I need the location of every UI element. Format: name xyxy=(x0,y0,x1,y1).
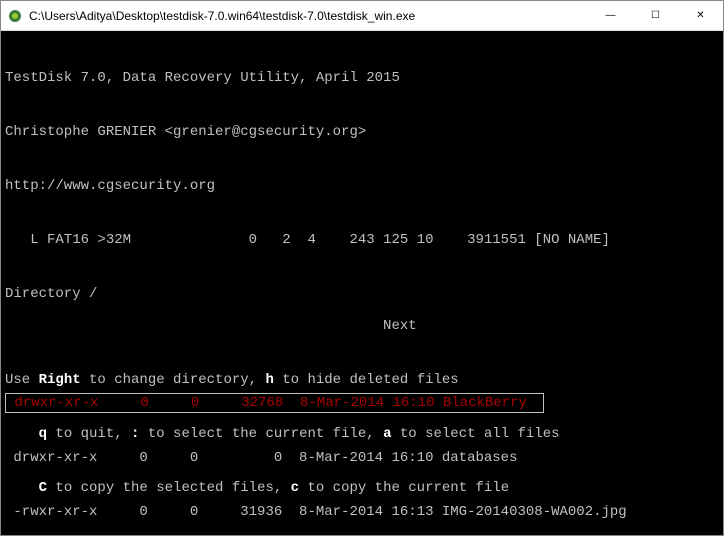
key-right: Right xyxy=(39,372,81,388)
help-line-1: Use Right to change directory, h to hide… xyxy=(5,371,719,389)
author-line: Christophe GRENIER <grenier@cgsecurity.o… xyxy=(5,123,719,141)
help-line-3: C to copy the selected files, c to copy … xyxy=(5,479,719,497)
window-controls: — ☐ ✕ xyxy=(588,1,723,30)
next-indicator: Next xyxy=(5,317,719,335)
window-title: C:\Users\Aditya\Desktop\testdisk-7.0.win… xyxy=(29,9,588,23)
key-q: q xyxy=(39,426,47,442)
app-title-line: TestDisk 7.0, Data Recovery Utility, Apr… xyxy=(5,69,719,87)
key-c-lower: c xyxy=(291,480,299,496)
footer: Next Use Right to change directory, h to… xyxy=(5,281,719,533)
app-icon xyxy=(7,8,23,24)
maximize-button[interactable]: ☐ xyxy=(633,1,678,30)
titlebar[interactable]: C:\Users\Aditya\Desktop\testdisk-7.0.win… xyxy=(1,1,723,31)
minimize-button[interactable]: — xyxy=(588,1,633,30)
url-line: http://www.cgsecurity.org xyxy=(5,177,719,195)
key-c-upper: C xyxy=(39,480,47,496)
key-h: h xyxy=(265,372,273,388)
close-button[interactable]: ✕ xyxy=(678,1,723,30)
terminal-area[interactable]: TestDisk 7.0, Data Recovery Utility, Apr… xyxy=(1,31,723,535)
partition-line: L FAT16 >32M 0 2 4 243 125 10 3911551 [N… xyxy=(5,231,719,249)
application-window: C:\Users\Aditya\Desktop\testdisk-7.0.win… xyxy=(0,0,724,536)
help-line-2: q to quit, : to select the current file,… xyxy=(5,425,719,443)
